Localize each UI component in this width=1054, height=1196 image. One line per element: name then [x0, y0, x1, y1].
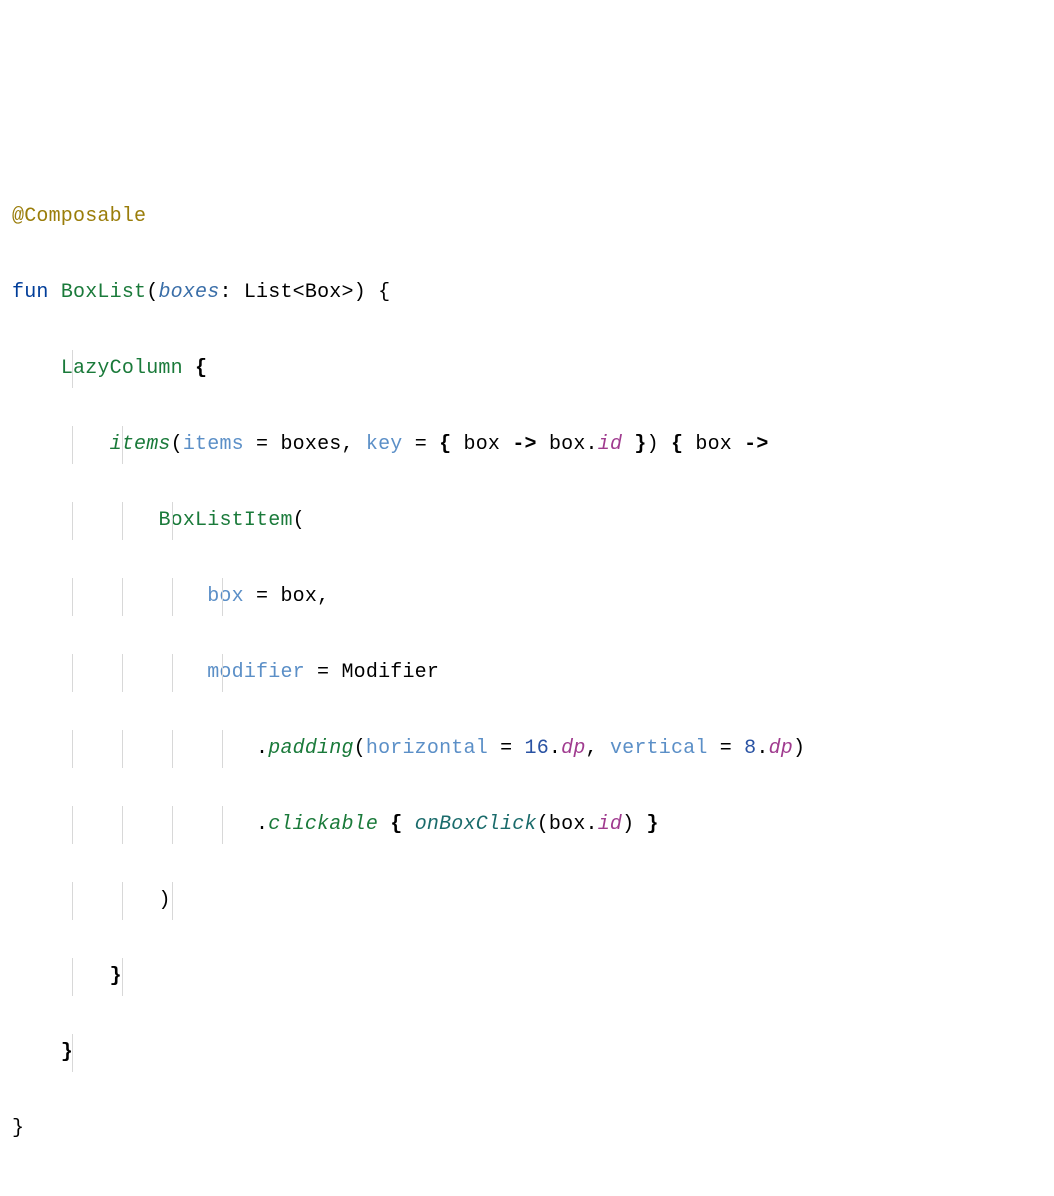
code-line: ): [12, 882, 1042, 920]
indent: [12, 509, 158, 532]
param-name: boxes: [158, 281, 219, 304]
code-line: modifier = Modifier: [12, 654, 1042, 692]
punct: =: [708, 737, 745, 760]
punct: (: [171, 433, 183, 456]
punct: (: [146, 281, 158, 304]
indent: [12, 585, 207, 608]
punct: (: [354, 737, 366, 760]
code-line: .clickable { onBoxClick(box.id) }: [12, 806, 1042, 844]
punct: ,: [317, 585, 329, 608]
call: BoxListItem: [158, 509, 292, 532]
code-line: fun BoxList(boxes: List<Box>) {: [12, 274, 1042, 312]
punct: :: [219, 281, 243, 304]
ref: box: [280, 585, 317, 608]
punct: =: [488, 737, 525, 760]
code-line: BoxListItem(: [12, 502, 1042, 540]
type: List<Box>: [244, 281, 354, 304]
punct: ): [793, 737, 805, 760]
code-line: box = box,: [12, 578, 1042, 616]
lambda-param: box: [464, 433, 501, 456]
ref: box.: [549, 813, 598, 836]
arrow: ->: [732, 433, 769, 456]
type: Modifier: [341, 661, 439, 684]
brace: {: [390, 813, 414, 836]
punct: ): [647, 433, 671, 456]
function-name: BoxList: [61, 281, 146, 304]
annotation: @Composable: [12, 205, 146, 228]
indent: [12, 889, 158, 912]
call: onBoxClick: [415, 813, 537, 836]
unit: dp: [561, 737, 585, 760]
punct: =: [244, 585, 281, 608]
brace: }: [12, 1117, 24, 1140]
ref: boxes: [280, 433, 341, 456]
punct: (: [293, 509, 305, 532]
code-line: .padding(horizontal = 16.dp, vertical = …: [12, 730, 1042, 768]
number: 8: [744, 737, 756, 760]
call: items: [110, 433, 171, 456]
punct: .: [756, 737, 768, 760]
space: [378, 813, 390, 836]
code-line: }: [12, 1034, 1042, 1072]
punct: =: [403, 433, 440, 456]
indent: [12, 433, 110, 456]
brace: {: [195, 357, 207, 380]
brace: }: [110, 965, 122, 988]
code-line: }: [12, 1110, 1042, 1148]
named-arg: horizontal: [366, 737, 488, 760]
brace: {: [439, 433, 463, 456]
brace: }: [634, 813, 658, 836]
keyword-fun: fun: [12, 281, 49, 304]
punct: ): [622, 813, 634, 836]
punct: ,: [586, 737, 610, 760]
named-arg: items: [183, 433, 244, 456]
code-line: LazyColumn {: [12, 350, 1042, 388]
arrow: ->: [500, 433, 549, 456]
punct: (: [537, 813, 549, 836]
code-block: @Composable fun BoxList(boxes: List<Box>…: [12, 160, 1042, 1186]
punct: .: [256, 813, 268, 836]
named-arg: key: [366, 433, 403, 456]
indent: [12, 357, 61, 380]
code-line: @Composable: [12, 198, 1042, 236]
punct: =: [244, 433, 281, 456]
punct: ,: [341, 433, 365, 456]
brace: {: [671, 433, 695, 456]
indent: [12, 813, 256, 836]
indent: [12, 661, 207, 684]
punct: ): [158, 889, 170, 912]
space: [183, 357, 195, 380]
prop: id: [598, 813, 622, 836]
code-line: }: [12, 958, 1042, 996]
code-line: items(items = boxes, key = { box -> box.…: [12, 426, 1042, 464]
prop: id: [598, 433, 622, 456]
punct: =: [305, 661, 342, 684]
call: clickable: [268, 813, 378, 836]
call: LazyColumn: [61, 357, 183, 380]
indent: [12, 965, 110, 988]
ref: box.: [549, 433, 598, 456]
punct: .: [549, 737, 561, 760]
indent: [12, 1041, 61, 1064]
punct: .: [256, 737, 268, 760]
call: padding: [268, 737, 353, 760]
brace: }: [622, 433, 646, 456]
unit: dp: [769, 737, 793, 760]
named-arg: vertical: [610, 737, 708, 760]
lambda-param: box: [695, 433, 732, 456]
indent: [12, 737, 256, 760]
number: 16: [525, 737, 549, 760]
punct: ) {: [354, 281, 391, 304]
named-arg: box: [207, 585, 244, 608]
